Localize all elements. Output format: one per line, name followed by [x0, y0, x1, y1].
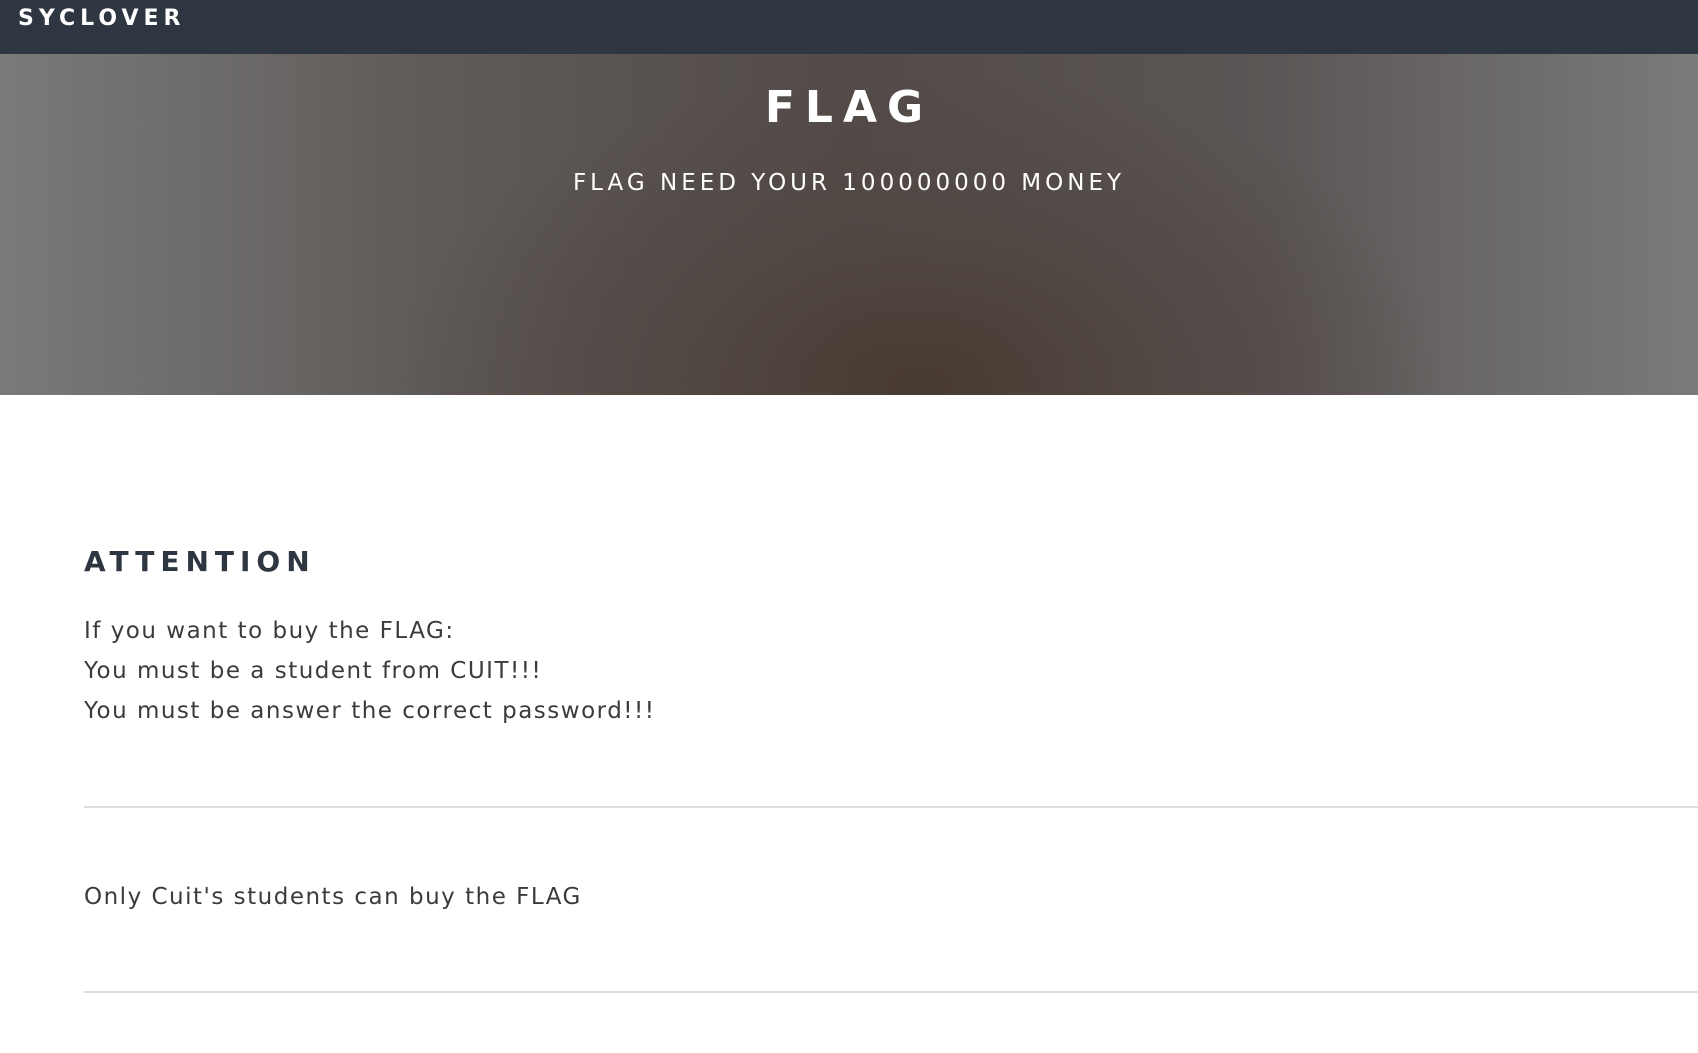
page-subtitle: FLAG NEED YOUR 100000000 MONEY: [572, 170, 1126, 196]
attention-line: You must be answer the correct password!…: [84, 698, 656, 724]
attention-heading: ATTENTION: [84, 545, 316, 578]
hero-banner: FLAG FLAG NEED YOUR 100000000 MONEY: [0, 54, 1698, 395]
divider: [84, 991, 1698, 993]
status-message: Only Cuit's students can buy the FLAG: [84, 884, 582, 910]
divider: [84, 806, 1698, 808]
page-title: FLAG: [764, 82, 934, 133]
attention-line: You must be a student from CUIT!!!: [84, 658, 543, 684]
attention-line: If you want to buy the FLAG:: [84, 618, 455, 644]
top-navbar: SYCLOVER: [0, 0, 1698, 54]
brand-link[interactable]: SYCLOVER: [18, 5, 185, 33]
